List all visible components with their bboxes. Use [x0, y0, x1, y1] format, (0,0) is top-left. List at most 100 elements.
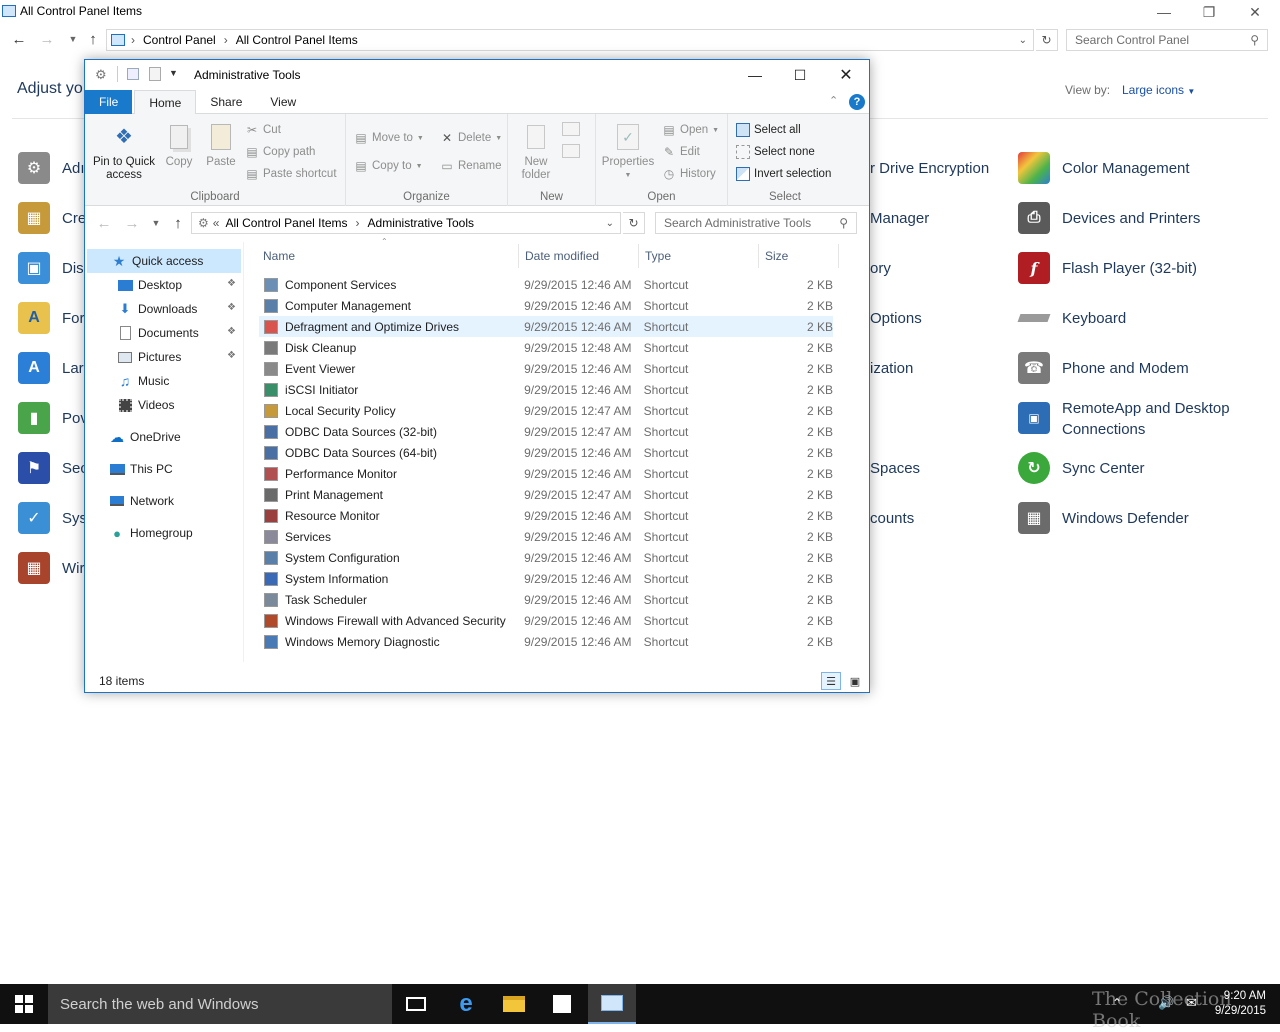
up-arrow-icon[interactable]: ↑: [167, 211, 189, 235]
address-bar[interactable]: ⚙ « All Control Panel Items › Administra…: [191, 212, 621, 234]
task-view-button[interactable]: [392, 984, 440, 1024]
table-row[interactable]: Disk Cleanup 9/29/2015 12:48 AM Shortcut 2 …: [259, 337, 833, 358]
table-row[interactable]: System Information 9/29/2015 12:46 AM Shor…: [259, 568, 833, 589]
refresh-icon[interactable]: ↻: [1036, 29, 1058, 51]
store-button[interactable]: [538, 984, 586, 1024]
rename-button[interactable]: ▭ Rename: [440, 156, 501, 176]
large-icons-view-icon[interactable]: ▣: [845, 672, 865, 690]
search-input[interactable]: Search Control Panel ⚲: [1066, 29, 1268, 51]
cp-item-system[interactable]: ✓ Sys: [18, 500, 87, 536]
table-row[interactable]: Defragment and Optimize Drives 9/29/2015 …: [259, 316, 833, 337]
refresh-icon[interactable]: ↻: [623, 212, 645, 234]
table-row[interactable]: Print Management 9/29/2015 12:47 AM Shortc…: [259, 484, 833, 505]
nav-pictures[interactable]: Pictures: [117, 346, 181, 368]
copy-button[interactable]: Copy: [161, 122, 197, 169]
move-to-button[interactable]: ▤ Move to ▼: [354, 128, 424, 148]
cut-button[interactable]: ✂ Cut: [245, 120, 281, 140]
edit-button[interactable]: ✎ Edit: [662, 142, 700, 162]
breadcrumb-overflow[interactable]: «: [213, 216, 220, 230]
cp-item-personalization[interactable]: ization: [870, 350, 913, 386]
minimize-button[interactable]: —: [733, 63, 777, 87]
invert-selection-button[interactable]: Invert selection: [736, 164, 831, 184]
cp-item-security[interactable]: ⚑ Sec: [18, 450, 88, 486]
table-row[interactable]: Event Viewer 9/29/2015 12:46 AM Shortcut 2 …: [259, 358, 833, 379]
restore-button[interactable]: ❐: [1187, 0, 1231, 24]
new-folder-quick-icon[interactable]: [149, 67, 161, 81]
cp-item-storage-spaces[interactable]: Spaces: [870, 450, 920, 486]
minimize-button[interactable]: —: [1142, 0, 1186, 24]
breadcrumb-item[interactable]: Administrative Tools: [368, 216, 475, 230]
nav-downloads[interactable]: ⬇ Downloads: [117, 298, 198, 320]
pin-quick-access-button[interactable]: ❖ Pin to Quick access: [91, 122, 157, 182]
pin-icon[interactable]: ❖: [227, 278, 236, 289]
cp-item-display[interactable]: ▣ Dis: [18, 250, 84, 286]
table-row[interactable]: iSCSI Initiator 9/29/2015 12:46 AM Shortcu…: [259, 379, 833, 400]
column-header-name[interactable]: Name: [257, 244, 519, 268]
properties-quick-icon[interactable]: [127, 68, 139, 80]
pin-icon[interactable]: ❖: [227, 350, 236, 361]
table-row[interactable]: System Configuration 9/29/2015 12:46 AM Sh…: [259, 547, 833, 568]
cp-item-devices-printers[interactable]: ⎙ Devices and Printers: [1018, 200, 1200, 236]
cp-item-flash-player[interactable]: f Flash Player (32-bit): [1018, 250, 1197, 286]
notifications-icon[interactable]: ✉: [1186, 995, 1197, 1011]
column-header-type[interactable]: Type: [639, 244, 759, 268]
cp-item-history[interactable]: ory: [870, 250, 891, 286]
cp-item-phone-modem[interactable]: ☎ Phone and Modem: [1018, 350, 1189, 386]
copy-to-button[interactable]: ▤ Copy to ▼: [354, 156, 422, 176]
delete-button[interactable]: ✕ Delete ▼: [440, 128, 502, 148]
new-folder-button[interactable]: New folder: [516, 122, 556, 182]
system-clock[interactable]: 9:20 AM 9/29/2015: [1215, 989, 1266, 1019]
nav-network[interactable]: Network: [109, 490, 174, 512]
address-bar[interactable]: › Control Panel › All Control Panel Item…: [106, 29, 1034, 51]
close-button[interactable]: ✕: [1233, 0, 1277, 24]
properties-button[interactable]: ✓ Properties ▼: [600, 122, 656, 182]
table-row[interactable]: Task Scheduler 9/29/2015 12:46 AM Shortcut…: [259, 589, 833, 610]
table-row[interactable]: Windows Firewall with Advanced Security 9…: [259, 610, 833, 631]
back-arrow-icon[interactable]: ←: [93, 211, 115, 235]
copy-path-button[interactable]: ▤ Copy path: [245, 142, 315, 162]
nav-onedrive[interactable]: ☁ OneDrive: [109, 426, 181, 448]
easy-access-icon[interactable]: [562, 144, 580, 158]
help-icon[interactable]: ?: [849, 94, 865, 110]
breadcrumb-item[interactable]: All Control Panel Items: [225, 216, 347, 230]
table-row[interactable]: Computer Management 9/29/2015 12:46 AM Sho…: [259, 295, 833, 316]
open-button[interactable]: ▤ Open ▼: [662, 120, 719, 140]
file-explorer-button[interactable]: [490, 984, 538, 1024]
customize-toolbar-icon[interactable]: ▼: [169, 68, 178, 78]
tab-home[interactable]: Home: [134, 90, 197, 114]
nav-documents[interactable]: Documents: [117, 322, 199, 344]
column-header-size[interactable]: Size: [759, 244, 839, 268]
nav-videos[interactable]: Videos: [117, 394, 174, 416]
breadcrumb-item[interactable]: All Control Panel Items: [236, 33, 358, 47]
pin-icon[interactable]: ❖: [227, 326, 236, 337]
tab-share[interactable]: Share: [196, 90, 256, 114]
table-row[interactable]: ODBC Data Sources (32-bit) 9/29/2015 12:4…: [259, 421, 833, 442]
cp-item-sync-center[interactable]: ↻ Sync Center: [1018, 450, 1145, 486]
select-all-button[interactable]: Select all: [736, 120, 801, 140]
forward-arrow-icon[interactable]: →: [121, 211, 143, 235]
cp-item-admin[interactable]: ⚙ Adı: [18, 150, 85, 186]
chevron-down-icon[interactable]: ⌄: [1019, 35, 1027, 46]
nav-homegroup[interactable]: ● Homegroup: [109, 522, 193, 544]
volume-icon[interactable]: 🔊: [1158, 995, 1174, 1011]
cp-item-accounts[interactable]: counts: [870, 500, 914, 536]
edge-button[interactable]: e: [442, 984, 490, 1024]
cp-item-keyboard[interactable]: Keyboard: [1017, 300, 1126, 336]
back-arrow-icon[interactable]: ←: [8, 27, 30, 51]
nav-desktop[interactable]: Desktop: [117, 274, 182, 296]
up-arrow-icon[interactable]: ↑: [82, 27, 104, 51]
table-row[interactable]: Performance Monitor 9/29/2015 12:46 AM Sho…: [259, 463, 833, 484]
nav-quick-access[interactable]: ★ Quick access: [111, 250, 204, 272]
cp-item-options[interactable]: Options: [870, 300, 922, 336]
table-row[interactable]: Local Security Policy 9/29/2015 12:47 AM S…: [259, 400, 833, 421]
tab-view[interactable]: View: [256, 90, 310, 114]
control-panel-taskbar-button[interactable]: [588, 984, 636, 1024]
cp-item-windows[interactable]: ▦ Wir: [18, 550, 85, 586]
pin-icon[interactable]: ❖: [227, 302, 236, 313]
nav-this-pc[interactable]: This PC: [109, 458, 173, 480]
collapse-ribbon-icon[interactable]: ⌃: [829, 94, 838, 107]
cp-item-power[interactable]: ▮ Pov: [18, 400, 88, 436]
cp-item-fonts[interactable]: A For: [18, 300, 85, 336]
paste-button[interactable]: Paste: [203, 122, 239, 169]
maximize-button[interactable]: ☐: [778, 63, 822, 87]
